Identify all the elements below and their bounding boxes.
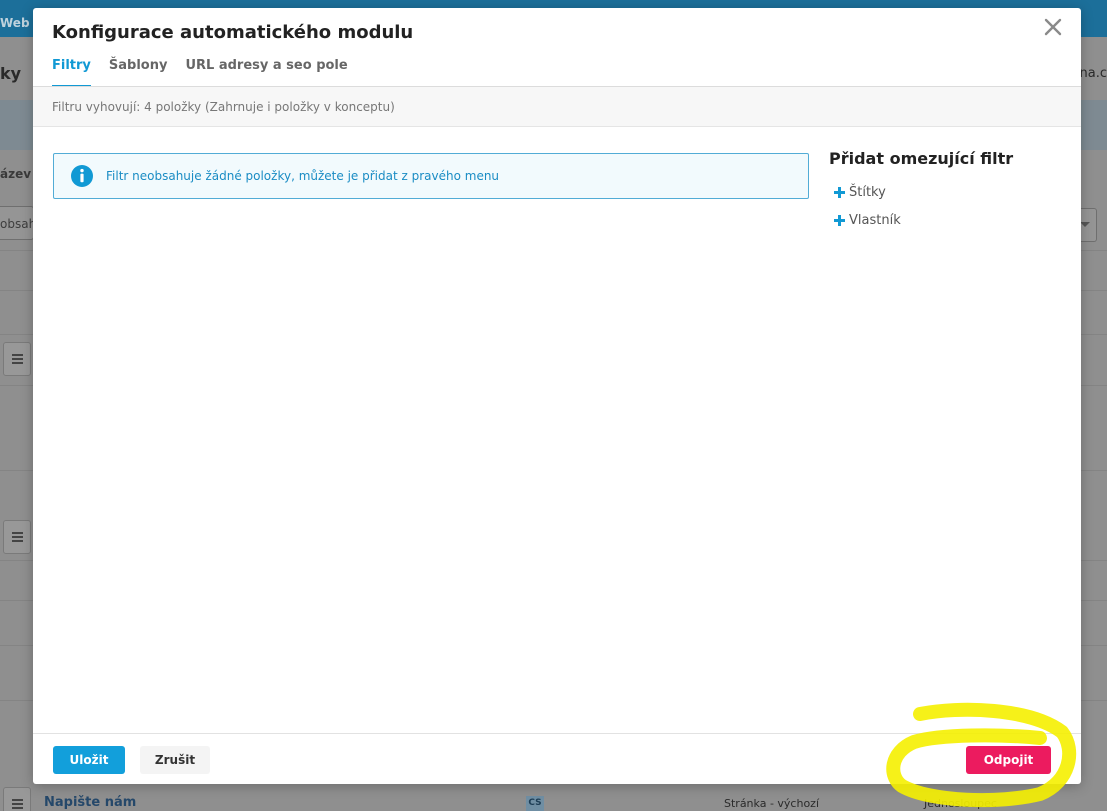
filter-counter-bar: Filtru vyhovují: 4 položky (Zahrnuje i p… [33, 87, 1081, 127]
cancel-button[interactable]: Zrušit [140, 746, 210, 774]
background-row-name: Napište nám [44, 795, 137, 810]
plus-icon [834, 187, 845, 198]
empty-filter-info-box: Filtr neobsahuje žádné položky, můžete j… [53, 153, 809, 199]
background-drag-handle-icon [3, 520, 31, 554]
footer-divider [33, 733, 1081, 734]
background-row-template: Stránka - výchozí [724, 797, 820, 810]
add-filter-title: Přidat omezující filtr [829, 149, 1014, 168]
background-filter-text: obsah [0, 217, 37, 231]
modal-tabs: Filtry Šablony URL adresy a seo pole [52, 58, 366, 87]
add-filter-label: Vlastník [849, 213, 901, 228]
add-filter-stitky[interactable]: Štítky [834, 185, 886, 200]
background-row-lang-badge: CS [526, 796, 544, 811]
tab-url-seo[interactable]: URL adresy a seo pole [185, 58, 347, 87]
add-filter-label: Štítky [849, 185, 886, 200]
plus-icon [834, 215, 845, 226]
background-column-header: ázev [0, 167, 32, 181]
detach-button[interactable]: Odpojit [966, 746, 1051, 774]
add-filter-vlastnik[interactable]: Vlastník [834, 213, 901, 228]
background-drag-handle-icon [3, 787, 31, 811]
info-message: Filtr neobsahuje žádné položky, můžete j… [106, 169, 500, 183]
background-heading: ky [0, 64, 22, 83]
info-icon [70, 164, 94, 188]
background-row-layout: Jednosloupec [924, 797, 997, 810]
filter-counter-text: Filtru vyhovují: 4 položky (Zahrnuje i p… [52, 100, 395, 114]
modal-title: Konfigurace automatického modulu [52, 22, 414, 43]
tab-filtry[interactable]: Filtry [52, 58, 91, 87]
background-web-tab: Web [0, 16, 30, 30]
save-button[interactable]: Uložit [53, 746, 125, 774]
close-icon[interactable] [1040, 14, 1066, 40]
module-config-modal: Konfigurace automatického modulu Filtry … [33, 8, 1081, 784]
tab-sablony[interactable]: Šablony [109, 58, 168, 87]
background-domain: na.c [1079, 66, 1107, 81]
background-drag-handle-icon [3, 342, 31, 376]
